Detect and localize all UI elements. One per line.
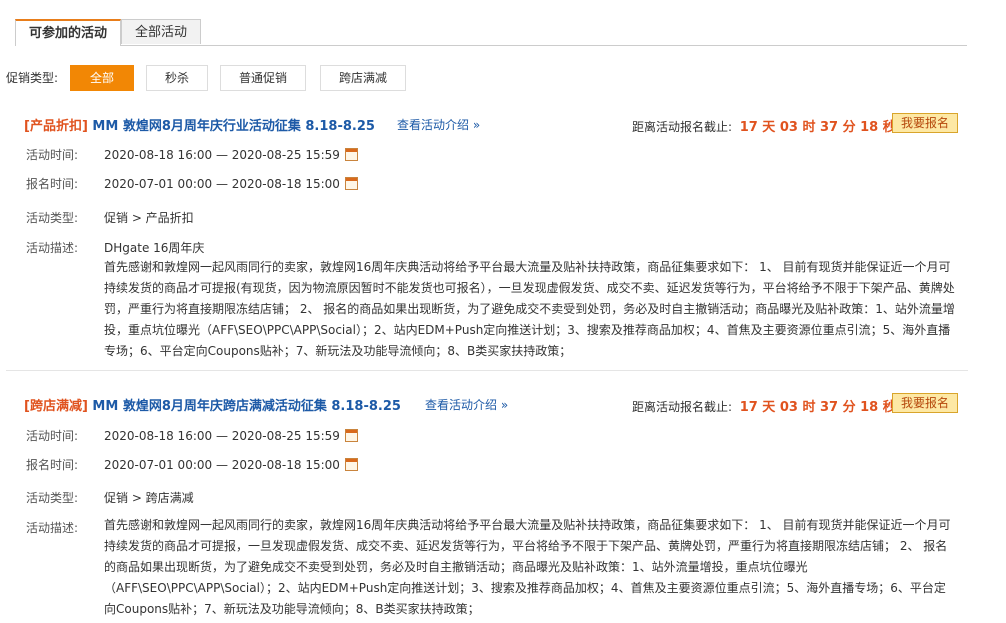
activity-type-value: 促销 > 产品折扣 [104, 211, 194, 225]
activity-tag: [产品折扣] [24, 119, 88, 134]
signup-time-value: 2020-07-01 00:00 — 2020-08-18 15:00 [104, 458, 340, 472]
tab-available-activities[interactable]: 可参加的活动 [15, 19, 121, 46]
activity-time-value: 2020-08-18 16:00 — 2020-08-25 15:59 [104, 148, 340, 162]
filter-all-button[interactable]: 全部 [70, 65, 134, 91]
activity-description: 首先感谢和敦煌网一起风雨同行的卖家，敦煌网16周年庆典活动将给予平台最大流量及贴… [104, 518, 951, 616]
activity-time-label: 活动时间: [26, 148, 79, 162]
filter-label: 促销类型: [6, 71, 59, 85]
signup-time-value: 2020-07-01 00:00 — 2020-08-18 15:00 [104, 177, 340, 191]
filter-regular-promo-button[interactable]: 普通促销 [220, 65, 306, 91]
activity-desc-label: 活动描述: [26, 521, 79, 535]
activity-time-value: 2020-08-18 16:00 — 2020-08-25 15:59 [104, 429, 340, 443]
activity-type-value: 促销 > 跨店满减 [104, 491, 194, 505]
calendar-icon[interactable] [344, 429, 358, 442]
join-button[interactable]: 我要报名 [892, 113, 958, 133]
activity-desc-label-row: 活动描述: [26, 519, 104, 536]
countdown-value: 17 天 03 时 37 分 18 秒 [739, 400, 896, 415]
activity-type-label: 活动类型: [26, 491, 79, 505]
calendar-icon[interactable] [344, 177, 358, 190]
tab-all-activities[interactable]: 全部活动 [121, 19, 201, 44]
signup-time-row: 报名时间: 2020-07-01 00:00 — 2020-08-18 15:00 [26, 175, 358, 192]
activity-type-row: 活动类型: 促销 > 跨店满减 [26, 489, 194, 506]
activity-type-row: 活动类型: 促销 > 产品折扣 [26, 209, 194, 226]
activity-tabs: 可参加的活动 全部活动 [15, 19, 967, 46]
activity-tag: [跨店满减] [24, 399, 88, 414]
activity-time-row: 活动时间: 2020-08-18 16:00 — 2020-08-25 15:59 [26, 427, 358, 444]
activity-desc-label-row: 活动描述: DHgate 16周年庆 [26, 239, 204, 256]
activity-time-label: 活动时间: [26, 429, 79, 443]
countdown-label: 距离活动报名截止: [632, 400, 733, 414]
activity-desc-heading: DHgate 16周年庆 [104, 241, 205, 255]
activity-title-text: MM 敦煌网8月周年庆行业活动征集 8.18-8.25 [87, 119, 375, 134]
signup-time-label: 报名时间: [26, 458, 79, 472]
activity-desc-label: 活动描述: [26, 241, 79, 255]
calendar-icon[interactable] [344, 148, 358, 161]
countdown-value: 17 天 03 时 37 分 18 秒 [739, 120, 896, 135]
activity-title[interactable]: [产品折扣] MM 敦煌网8月周年庆行业活动征集 8.18-8.25 [24, 115, 375, 134]
signup-time-row: 报名时间: 2020-07-01 00:00 — 2020-08-18 15:00 [26, 456, 358, 473]
activity-divider [6, 370, 968, 371]
signup-countdown: 距离活动报名截止: 17 天 03 时 37 分 18 秒 [632, 116, 896, 135]
view-activity-link[interactable]: 查看活动介绍 » [425, 396, 508, 413]
activity-type-label: 活动类型: [26, 211, 79, 225]
activity-title[interactable]: [跨店满减] MM 敦煌网8月周年庆跨店满减活动征集 8.18-8.25 [24, 395, 401, 414]
activity-title-text: MM 敦煌网8月周年庆跨店满减活动征集 8.18-8.25 [87, 399, 401, 414]
activity-description: 首先感谢和敦煌网一起风雨同行的卖家，敦煌网16周年庆典活动将给予平台最大流量及贴… [104, 260, 955, 358]
countdown-label: 距离活动报名截止: [632, 120, 733, 134]
filter-flash-sale-button[interactable]: 秒杀 [146, 65, 208, 91]
view-activity-link[interactable]: 查看活动介绍 » [397, 116, 480, 133]
signup-time-label: 报名时间: [26, 177, 79, 191]
activity-time-row: 活动时间: 2020-08-18 16:00 — 2020-08-25 15:59 [26, 146, 358, 163]
calendar-icon[interactable] [344, 458, 358, 471]
filter-cross-store-button[interactable]: 跨店满减 [320, 65, 406, 91]
join-button[interactable]: 我要报名 [892, 393, 958, 413]
signup-countdown: 距离活动报名截止: 17 天 03 时 37 分 18 秒 [632, 396, 896, 415]
